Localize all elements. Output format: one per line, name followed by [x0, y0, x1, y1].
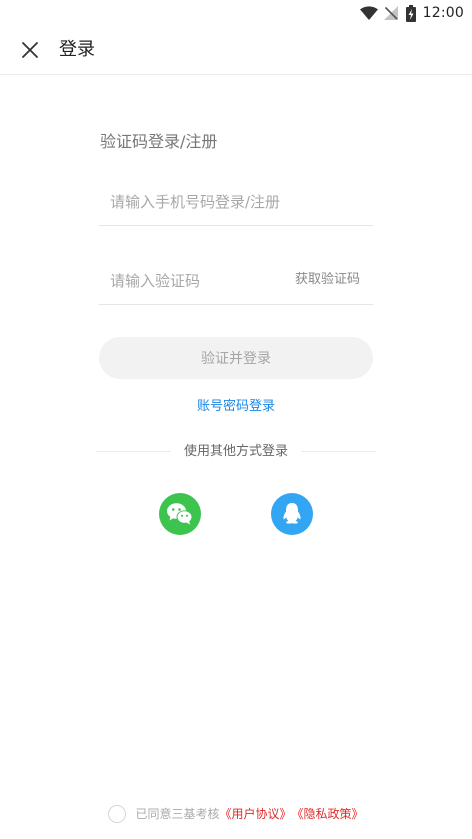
verification-code-input[interactable] — [110, 259, 280, 303]
close-icon — [22, 42, 38, 58]
wifi-icon — [359, 6, 378, 20]
status-icons: 12:00 — [359, 3, 464, 23]
phone-field — [99, 180, 373, 226]
user-agreement-link[interactable]: 《用户协议》 — [219, 805, 291, 823]
other-login-divider: 使用其他方式登录 — [96, 442, 376, 462]
agreement-row: 已同意三基考核 《用户协议》 《隐私政策》 — [0, 804, 472, 824]
agree-checkbox[interactable] — [108, 805, 127, 823]
close-button[interactable] — [12, 32, 48, 68]
status-time: 12:00 — [422, 5, 464, 21]
form-title: 验证码登录/注册 — [100, 132, 218, 151]
phone-input[interactable] — [110, 180, 360, 224]
verify-login-button[interactable]: 验证并登录 — [99, 337, 373, 379]
no-signal-icon — [383, 6, 398, 20]
qq-icon — [283, 503, 301, 524]
wechat-login-button[interactable] — [159, 493, 201, 535]
header: 登录 — [0, 26, 472, 75]
wechat-icon — [167, 503, 193, 525]
privacy-policy-link[interactable]: 《隐私政策》 — [292, 805, 364, 823]
password-login-link[interactable]: 账号密码登录 — [0, 398, 472, 416]
agreement-prefix: 已同意三基考核 — [135, 807, 220, 821]
other-login-label: 使用其他方式登录 — [183, 444, 288, 459]
code-field: 获取验证码 — [99, 259, 373, 305]
page-title: 登录 — [59, 39, 95, 60]
qq-login-button[interactable] — [271, 493, 313, 535]
get-code-button[interactable]: 获取验证码 — [295, 271, 360, 289]
divider-line-right — [301, 451, 376, 452]
battery-charging-icon — [405, 4, 416, 22]
status-bar: 12:00 — [0, 0, 472, 26]
